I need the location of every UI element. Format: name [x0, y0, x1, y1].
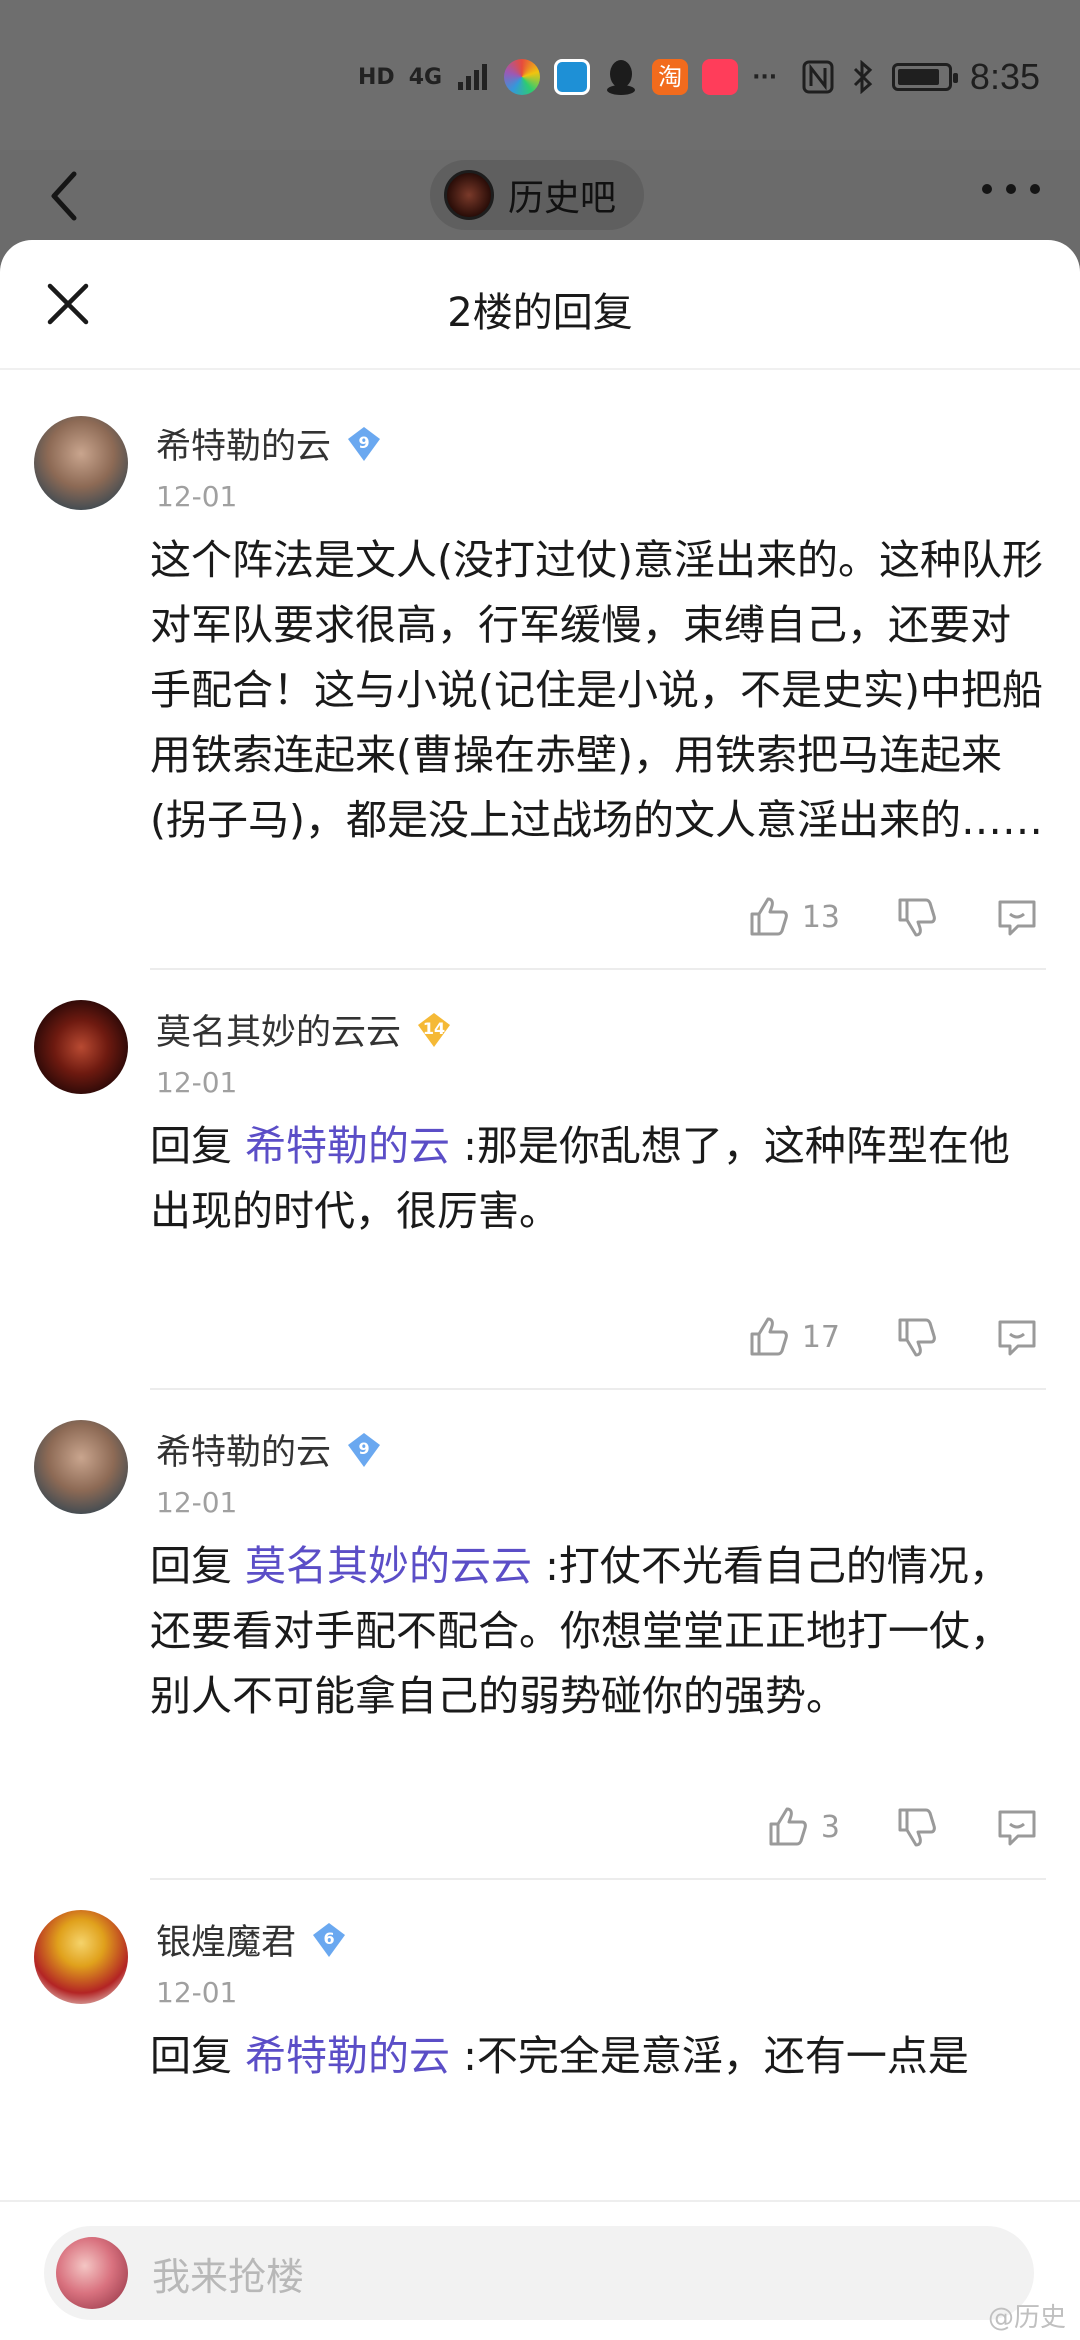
- reply-actions: 13: [692, 894, 1040, 940]
- reply-text: 回复 希特勒的云 :不完全是意淫，还有一点是: [150, 2024, 1050, 2089]
- reply-prefix: 回复: [150, 1542, 246, 1590]
- username[interactable]: 希特勒的云: [156, 418, 331, 469]
- reply-body: 这个阵法是文人(没打过仗)意淫出来的。这种队形对军队要求很高，行军缓慢，束缚自己…: [150, 536, 1043, 844]
- reply-item: 希特勒的云 9 12-01 这个阵法是文人(没打过仗)意淫出来的。这种队形对军队…: [0, 370, 1080, 970]
- qq-icon: [607, 60, 636, 95]
- mention-link[interactable]: 希特勒的云: [245, 2032, 450, 2080]
- username[interactable]: 莫名其妙的云云: [156, 1004, 401, 1055]
- reply-prefix: 回复: [150, 2032, 246, 2080]
- reply-input-placeholder: 我来抢楼: [152, 2254, 305, 2299]
- reply-text: 回复 希特勒的云 :那是你乱想了，这种阵型在他出现的时代，很厉害。: [150, 1114, 1050, 1244]
- like-button[interactable]: 17: [746, 1314, 840, 1360]
- nfc-icon: [802, 60, 834, 94]
- sheet-title: 2楼的回复: [447, 290, 633, 336]
- status-bar: HD 4G 淘 ··· 8:35: [0, 0, 1080, 150]
- username[interactable]: 希特勒的云: [156, 1424, 331, 1475]
- reply-actions: 3: [711, 1804, 1040, 1850]
- reply-input[interactable]: 我来抢楼: [44, 2226, 1034, 2320]
- reply-date: 12-01: [156, 1976, 238, 2009]
- thumbs-down-icon: [898, 1808, 936, 1847]
- taobao-icon: 淘: [652, 59, 689, 95]
- battery-icon: [891, 63, 958, 91]
- like-count: 17: [801, 1319, 840, 1355]
- comment-icon: [998, 1810, 1036, 1846]
- my-avatar: [56, 2237, 128, 2309]
- back-icon[interactable]: [40, 166, 90, 226]
- reply-text: 这个阵法是文人(没打过仗)意淫出来的。这种队形对军队要求很高，行军缓慢，束缚自己…: [150, 528, 1050, 853]
- reply-text: 回复 莫名其妙的云云 :打仗不光看自己的情况，还要看对手配不配合。你想堂堂正正地…: [150, 1534, 1050, 1729]
- like-count: 13: [801, 899, 840, 935]
- sheet-header: 2楼的回复: [0, 240, 1080, 370]
- signal-label: 4G: [408, 64, 443, 90]
- user-row: 希特勒的云 9: [156, 418, 383, 469]
- level-badge: 9: [345, 1431, 383, 1469]
- user-row: 银煌魔君 6: [156, 1914, 348, 1965]
- thumbs-up-icon: [750, 1317, 788, 1356]
- bluetooth-icon: [853, 60, 873, 94]
- like-count: 3: [820, 1809, 840, 1845]
- status-right: 8:35: [802, 56, 1040, 98]
- reply-item: 莫名其妙的云云 14 12-01 回复 希特勒的云 :那是你乱想了，这种阵型在他…: [0, 970, 1080, 1390]
- comment-icon: [998, 1320, 1036, 1356]
- comment-button[interactable]: [994, 894, 1040, 940]
- comment-button[interactable]: [994, 1804, 1040, 1850]
- reply-body: :不完全是意淫，还有一点是: [450, 2032, 969, 2080]
- comment-icon: [998, 900, 1036, 936]
- reply-date: 12-01: [156, 480, 238, 513]
- level-badge: 14: [415, 1011, 453, 1049]
- top-nav: 历史吧: [0, 150, 1080, 240]
- mention-link[interactable]: 希特勒的云: [245, 1122, 450, 1170]
- reply-item: 银煌魔君 6 12-01 回复 希特勒的云 :不完全是意淫，还有一点是: [0, 1880, 1080, 2210]
- bottom-bar: 我来抢楼 @历史: [0, 2200, 1080, 2340]
- mention-link[interactable]: 莫名其妙的云云: [245, 1542, 532, 1590]
- watermark: @历史: [987, 2303, 1066, 2333]
- forum-logo: [444, 170, 494, 220]
- comment-button[interactable]: [994, 1314, 1040, 1360]
- more-notifications-icon: ···: [752, 64, 778, 90]
- reply-date: 12-01: [156, 1066, 238, 1099]
- username[interactable]: 银煌魔君: [156, 1914, 296, 1965]
- thumbs-up-icon: [769, 1807, 807, 1846]
- forum-name: 历史吧: [508, 178, 617, 219]
- like-button[interactable]: 3: [765, 1804, 840, 1850]
- dislike-button[interactable]: [894, 1804, 940, 1850]
- avatar[interactable]: [34, 1420, 128, 1514]
- reply-item: 希特勒的云 9 12-01 回复 莫名其妙的云云 :打仗不光看自己的情况，还要看…: [0, 1390, 1080, 1880]
- level-badge: 9: [345, 425, 383, 463]
- thumbs-down-icon: [898, 898, 936, 937]
- reply-actions: 17: [692, 1314, 1040, 1360]
- level-badge: 6: [310, 1921, 348, 1959]
- reply-prefix: 回复: [150, 1122, 246, 1170]
- tmall-icon: [702, 59, 739, 95]
- more-icon[interactable]: [982, 184, 1040, 194]
- signal-bars-icon: [458, 64, 488, 90]
- browser-app-icon: [554, 59, 591, 95]
- network-label: HD: [358, 64, 395, 90]
- dislike-button[interactable]: [894, 894, 940, 940]
- status-icons: HD 4G 淘 ···: [358, 58, 777, 96]
- avatar[interactable]: [34, 1000, 128, 1094]
- forum-pill[interactable]: 历史吧: [430, 160, 645, 230]
- avatar[interactable]: [34, 416, 128, 510]
- thumbs-up-icon: [750, 897, 788, 936]
- dislike-button[interactable]: [894, 1314, 940, 1360]
- user-row: 莫名其妙的云云 14: [156, 1004, 453, 1055]
- reply-date: 12-01: [156, 1486, 238, 1519]
- thumbs-down-icon: [898, 1318, 936, 1357]
- like-button[interactable]: 13: [746, 894, 840, 940]
- replies-sheet: 2楼的回复 希特勒的云 9 12-01 这个阵法是文人(没打过仗)意淫出来的。这…: [0, 240, 1080, 2340]
- user-row: 希特勒的云 9: [156, 1424, 383, 1475]
- avatar[interactable]: [34, 1910, 128, 2004]
- colorful-app-icon: [504, 59, 541, 95]
- clock: 8:35: [969, 56, 1040, 97]
